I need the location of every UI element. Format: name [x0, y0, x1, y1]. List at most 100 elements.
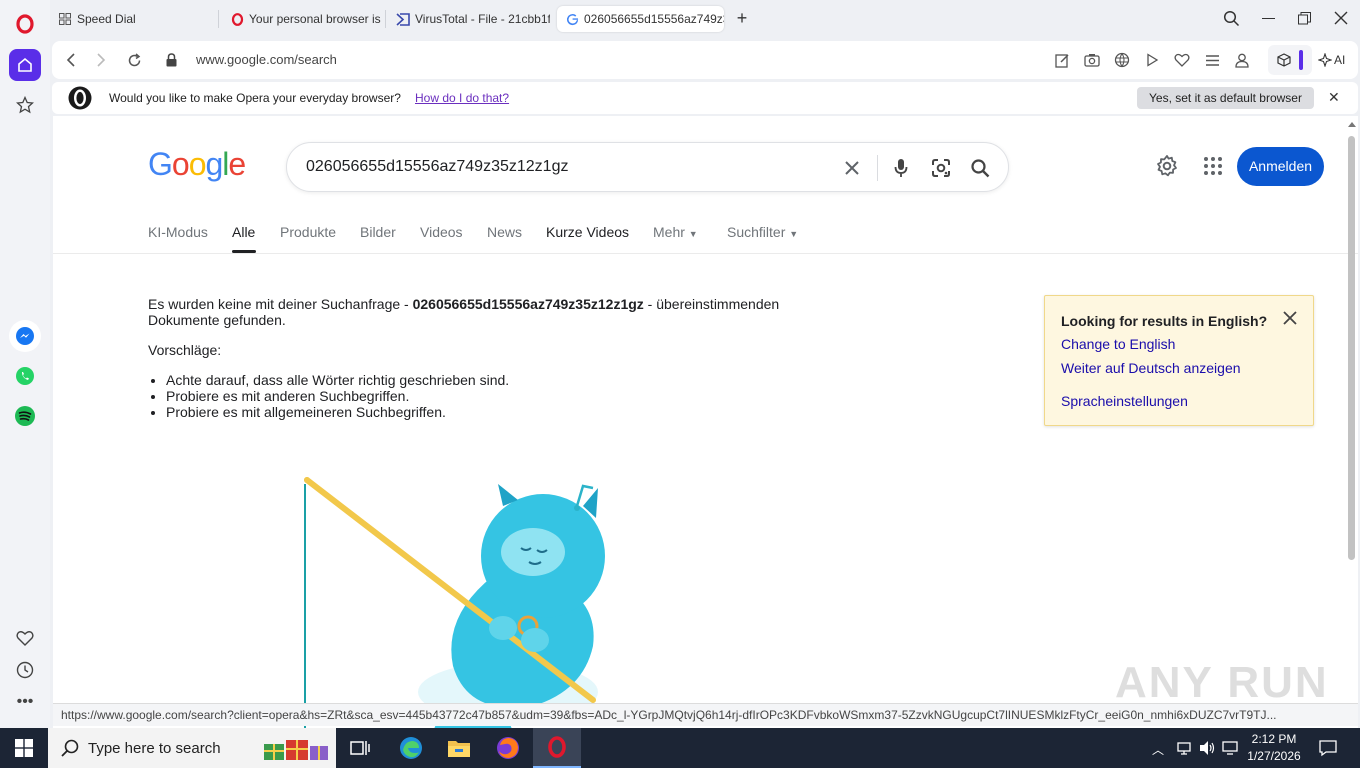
google-apps-icon[interactable] — [1203, 156, 1223, 181]
anyrun-watermark: ANY RUN — [1115, 658, 1329, 707]
list-item: Probiere es mit anderen Suchbegriffen. — [166, 388, 808, 404]
windows-start-icon[interactable] — [0, 728, 48, 768]
close-icon[interactable] — [1283, 311, 1297, 330]
search-icon — [61, 739, 79, 757]
whatsapp-icon[interactable] — [9, 360, 41, 392]
google-results-page: Google 026056655d15556az749z35z12z1gz An… — [53, 116, 1358, 728]
opera-logo-icon — [68, 86, 92, 115]
tab-alle[interactable]: Alle — [232, 224, 255, 240]
tab-news[interactable]: News — [487, 224, 522, 240]
suggestions-label: Vorschläge: — [148, 342, 222, 358]
vpn-globe-icon[interactable] — [1113, 51, 1131, 69]
extensions-button[interactable] — [1268, 45, 1312, 75]
list-item: Achte darauf, dass alle Wörter richtig g… — [166, 372, 808, 388]
history-icon[interactable] — [9, 654, 41, 686]
tab-suchfilter[interactable]: Suchfilter ▼ — [727, 224, 798, 240]
notifications-icon[interactable] — [1319, 739, 1337, 762]
restore-icon[interactable] — [1298, 12, 1311, 30]
minimize-icon[interactable] — [1262, 18, 1275, 20]
tab-bilder[interactable]: Bilder — [360, 224, 396, 240]
aria-ai-button[interactable]: AI — [1314, 45, 1358, 75]
search-box[interactable]: 026056655d15556az749z35z12z1gz — [286, 142, 1009, 192]
microphone-icon[interactable] — [889, 156, 913, 180]
lock-icon[interactable] — [162, 51, 180, 69]
heart-icon[interactable] — [1173, 51, 1191, 69]
tab-speed-dial[interactable]: Speed Dial — [50, 6, 215, 32]
clear-search-icon[interactable] — [840, 156, 864, 180]
spotify-icon[interactable] — [9, 400, 41, 432]
star-icon[interactable] — [9, 89, 41, 121]
sidebar-indicator — [1299, 50, 1303, 70]
tray-chevron-up-icon[interactable]: ︿ — [1152, 741, 1164, 758]
task-view-icon[interactable] — [336, 728, 384, 768]
easy-setup-icon[interactable] — [1203, 51, 1221, 69]
reload-icon[interactable] — [125, 51, 143, 69]
taskbar-search-box[interactable]: Type here to search — [48, 728, 336, 768]
url-text[interactable]: www.google.com/search — [196, 52, 337, 67]
heart-icon[interactable] — [9, 622, 41, 654]
new-tab-plus-icon[interactable]: + — [733, 9, 751, 27]
settings-gear-icon[interactable] — [1155, 154, 1179, 183]
forward-icon[interactable] — [92, 51, 110, 69]
taskbar-clock[interactable]: 2:12 PM 1/27/2026 — [1244, 731, 1304, 765]
change-to-english-link[interactable]: Change to English — [1061, 336, 1175, 352]
set-default-button[interactable]: Yes, set it as default browser — [1137, 87, 1314, 109]
sparkle-icon — [1318, 53, 1332, 67]
google-logo[interactable]: Google — [148, 146, 246, 183]
search-tabs-icon[interactable] — [1223, 10, 1240, 32]
tab-ki-modus[interactable]: KI-Modus — [148, 224, 208, 240]
address-bar: www.google.com/search AI — [52, 41, 1358, 79]
scrollbar-thumb[interactable] — [1348, 136, 1355, 560]
no-results-message: Es wurden keine mit deiner Suchanfrage -… — [148, 296, 808, 420]
continue-german-link[interactable]: Weiter auf Deutsch anzeigen — [1061, 360, 1241, 376]
camera-icon[interactable] — [1083, 51, 1101, 69]
network-icon[interactable] — [1176, 740, 1192, 761]
back-icon[interactable] — [62, 51, 80, 69]
no-results-text: Es wurden keine mit deiner Suchanfrage -… — [148, 296, 780, 328]
tab-opera[interactable]: Your personal browser is a — [222, 6, 382, 32]
tab-mehr-label: Mehr — [653, 224, 685, 240]
list-item: Probiere es mit allgemeineren Suchbegrif… — [166, 404, 808, 420]
display-icon[interactable] — [1222, 740, 1238, 761]
tab-produkte[interactable]: Produkte — [280, 224, 336, 240]
scroll-up-arrow-icon[interactable] — [1348, 122, 1356, 127]
search-input[interactable]: 026056655d15556az749z35z12z1gz — [306, 158, 568, 176]
edit-icon[interactable] — [1053, 51, 1071, 69]
firefox-icon[interactable] — [484, 728, 532, 768]
clock-date: 1/27/2026 — [1247, 749, 1301, 763]
page-scrollbar[interactable] — [1347, 116, 1357, 728]
english-results-box: Looking for results in English? Change t… — [1044, 295, 1314, 426]
opera-taskbar-icon[interactable] — [533, 728, 581, 768]
english-box-title: Looking for results in English? — [1061, 313, 1268, 329]
infobar-text: Would you like to make Opera your everyd… — [109, 91, 401, 105]
infobar-help-link[interactable]: How do I do that? — [415, 91, 509, 105]
language-settings-link[interactable]: Spracheinstellungen — [1061, 393, 1188, 409]
tab-mehr[interactable]: Mehr ▼ — [653, 224, 698, 240]
opera-menu-icon[interactable] — [9, 8, 41, 40]
profile-icon[interactable] — [1233, 51, 1251, 69]
speed-dial-icon — [58, 12, 72, 26]
home-icon[interactable] — [9, 49, 41, 81]
lens-camera-icon[interactable] — [929, 156, 953, 180]
dropdown-caret-icon: ▼ — [688, 229, 698, 239]
file-explorer-icon[interactable] — [435, 728, 483, 768]
search-icon[interactable] — [968, 156, 992, 180]
edge-icon[interactable] — [387, 728, 435, 768]
tab-videos[interactable]: Videos — [420, 224, 463, 240]
tab-bar: Speed Dial Your personal browser is a Vi… — [50, 0, 1360, 38]
more-icon[interactable]: ••• — [9, 686, 41, 718]
sign-in-button[interactable]: Anmelden — [1237, 147, 1324, 186]
tab-title: VirusTotal - File - 21cbb1f — [415, 12, 550, 26]
tab-title: Your personal browser is a — [249, 12, 382, 26]
play-icon[interactable] — [1143, 51, 1161, 69]
tab-kurze-videos[interactable]: Kurze Videos — [546, 224, 629, 240]
tab-google-search[interactable]: 026056655d15556az749z3 — [557, 6, 724, 32]
tab-title: Speed Dial — [77, 12, 136, 26]
opera-sidebar: ••• — [0, 0, 50, 728]
query-bold: 026056655d15556az749z35z12z1gz — [412, 296, 644, 312]
infobar-close-icon[interactable]: ✕ — [1328, 89, 1340, 106]
messenger-icon[interactable] — [9, 320, 41, 352]
volume-icon[interactable] — [1199, 740, 1216, 761]
tab-virustotal[interactable]: VirusTotal - File - 21cbb1f — [388, 6, 550, 32]
close-window-icon[interactable] — [1334, 11, 1348, 30]
